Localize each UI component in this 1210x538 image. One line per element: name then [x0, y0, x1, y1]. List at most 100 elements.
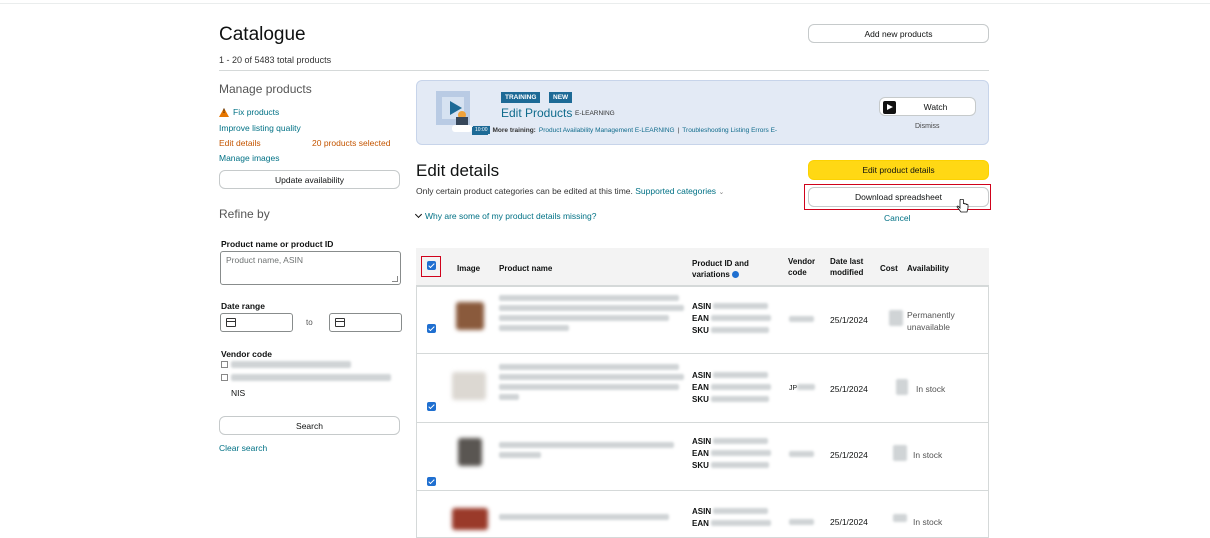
date-to-label: to: [306, 318, 313, 327]
availability-line1: Permanently: [907, 310, 955, 320]
warning-icon: [219, 107, 229, 117]
description-text: Only certain product categories can be e…: [416, 186, 633, 196]
availability: In stock: [916, 384, 946, 394]
why-missing-expander[interactable]: Why are some of my product details missi…: [414, 210, 597, 221]
date-to-input[interactable]: [329, 313, 402, 332]
header-availability[interactable]: Availability: [907, 263, 949, 274]
asin-label: ASIN: [692, 302, 712, 311]
watch-button[interactable]: Watch: [879, 97, 976, 116]
clear-search-link[interactable]: Clear search: [219, 443, 267, 453]
asin-label: ASIN: [692, 437, 712, 446]
header-date-modified[interactable]: Date last modified: [830, 256, 863, 278]
calendar-icon[interactable]: [335, 318, 345, 327]
ean-label: EAN: [692, 314, 709, 323]
watch-label: Watch: [923, 101, 948, 112]
redacted-text: [711, 327, 770, 333]
header-date-line1: Date last: [830, 257, 864, 266]
product-thumbnail[interactable]: [456, 302, 484, 330]
redacted-text: [711, 520, 772, 526]
manage-products-heading: Manage products: [219, 82, 312, 96]
row-divider: [417, 422, 988, 423]
supported-categories-link[interactable]: Supported categories: [635, 186, 716, 196]
header-product-id[interactable]: Product ID and variations: [692, 258, 749, 280]
date-modified: 25/1/2024: [830, 517, 868, 527]
redacted-vendor: [231, 374, 391, 381]
redacted-text: [711, 396, 770, 402]
redacted-cost: [889, 310, 903, 326]
sku-label: SKU: [692, 326, 709, 335]
product-thumbnail[interactable]: [452, 508, 488, 530]
product-name-input[interactable]: Product name, ASIN: [220, 251, 401, 285]
redacted-text: [711, 384, 772, 390]
availability: Permanently unavailable: [907, 309, 955, 333]
product-name-link[interactable]: [499, 295, 684, 331]
redacted-text: [499, 452, 541, 458]
redacted-text: [711, 450, 772, 456]
date-modified: 25/1/2024: [830, 315, 868, 325]
date-modified: 25/1/2024: [830, 450, 868, 460]
vendor-option[interactable]: [221, 374, 391, 381]
sku-label: SKU: [692, 461, 709, 470]
more-training: 10:00 More training: Product Availabilit…: [473, 126, 777, 134]
redacted-vendor: [789, 519, 814, 525]
date-from-input[interactable]: [220, 313, 293, 332]
row-divider: [417, 286, 988, 287]
redacted-cost: [896, 379, 908, 395]
training-link[interactable]: Product Availability Management E-LEARNI…: [539, 127, 675, 134]
vendor-code: JP: [789, 384, 816, 392]
redacted-cost: [893, 445, 907, 461]
ean-label: EAN: [692, 449, 709, 458]
resize-handle-icon[interactable]: [392, 276, 398, 282]
manage-images-link[interactable]: Manage images: [219, 153, 279, 163]
vendor-option[interactable]: [221, 361, 351, 368]
training-link[interactable]: Troubleshooting Listing Errors E-: [682, 127, 777, 134]
edit-details-link[interactable]: Edit details: [219, 138, 261, 148]
redacted-text: [499, 315, 669, 321]
add-new-products-button[interactable]: Add new products: [808, 24, 989, 43]
redacted-text: [711, 315, 772, 321]
row-checkbox[interactable]: [427, 324, 436, 333]
training-tag: TRAINING: [501, 92, 541, 103]
redacted-text: [499, 384, 679, 390]
header-cost[interactable]: Cost: [880, 263, 898, 274]
row-checkbox[interactable]: [427, 477, 436, 486]
product-thumbnail[interactable]: [458, 438, 482, 466]
product-ids: ASIN EAN SKU: [692, 370, 772, 406]
product-name-link[interactable]: [499, 364, 684, 400]
ean-label: EAN: [692, 519, 709, 528]
edit-product-details-button[interactable]: Edit product details: [808, 160, 989, 180]
vendor-checkbox[interactable]: [221, 361, 228, 368]
play-icon: [883, 101, 896, 114]
chevron-down-icon[interactable]: ⌄: [718, 189, 724, 196]
vendor-checkbox[interactable]: [221, 374, 228, 381]
training-title-link[interactable]: Edit Products: [501, 106, 572, 120]
info-icon[interactable]: [732, 271, 740, 279]
update-availability-button[interactable]: Update availability: [219, 170, 400, 189]
vendor-code-label: Vendor code: [221, 349, 273, 359]
why-missing-label: Why are some of my product details missi…: [425, 211, 597, 221]
header-product-name[interactable]: Product name: [499, 263, 552, 274]
calendar-icon[interactable]: [226, 318, 236, 327]
search-button[interactable]: Search: [219, 416, 400, 435]
dismiss-link[interactable]: Dismiss: [915, 123, 940, 130]
product-name-link[interactable]: [499, 514, 684, 520]
redacted-text: [713, 372, 769, 378]
product-name-placeholder: Product name, ASIN: [226, 255, 304, 265]
availability: In stock: [913, 450, 943, 460]
improve-listing-quality-link[interactable]: Improve listing quality: [219, 123, 301, 133]
product-name-link[interactable]: [499, 442, 684, 458]
header-vendor-code[interactable]: Vendor code: [788, 256, 815, 278]
divider: [219, 70, 989, 71]
row-checkbox[interactable]: [427, 402, 436, 411]
redacted-text: [499, 295, 679, 301]
row-divider: [417, 353, 988, 354]
product-ids: ASIN EAN: [692, 506, 772, 530]
product-name-label: Product name or product ID: [221, 239, 334, 249]
redacted-text: [713, 508, 769, 514]
redacted-text: [713, 438, 769, 444]
cancel-link[interactable]: Cancel: [884, 213, 910, 223]
product-thumbnail[interactable]: [452, 372, 486, 400]
fix-products-link[interactable]: Fix products: [219, 107, 279, 117]
header-image[interactable]: Image: [457, 263, 480, 274]
redacted-text: [499, 394, 519, 400]
